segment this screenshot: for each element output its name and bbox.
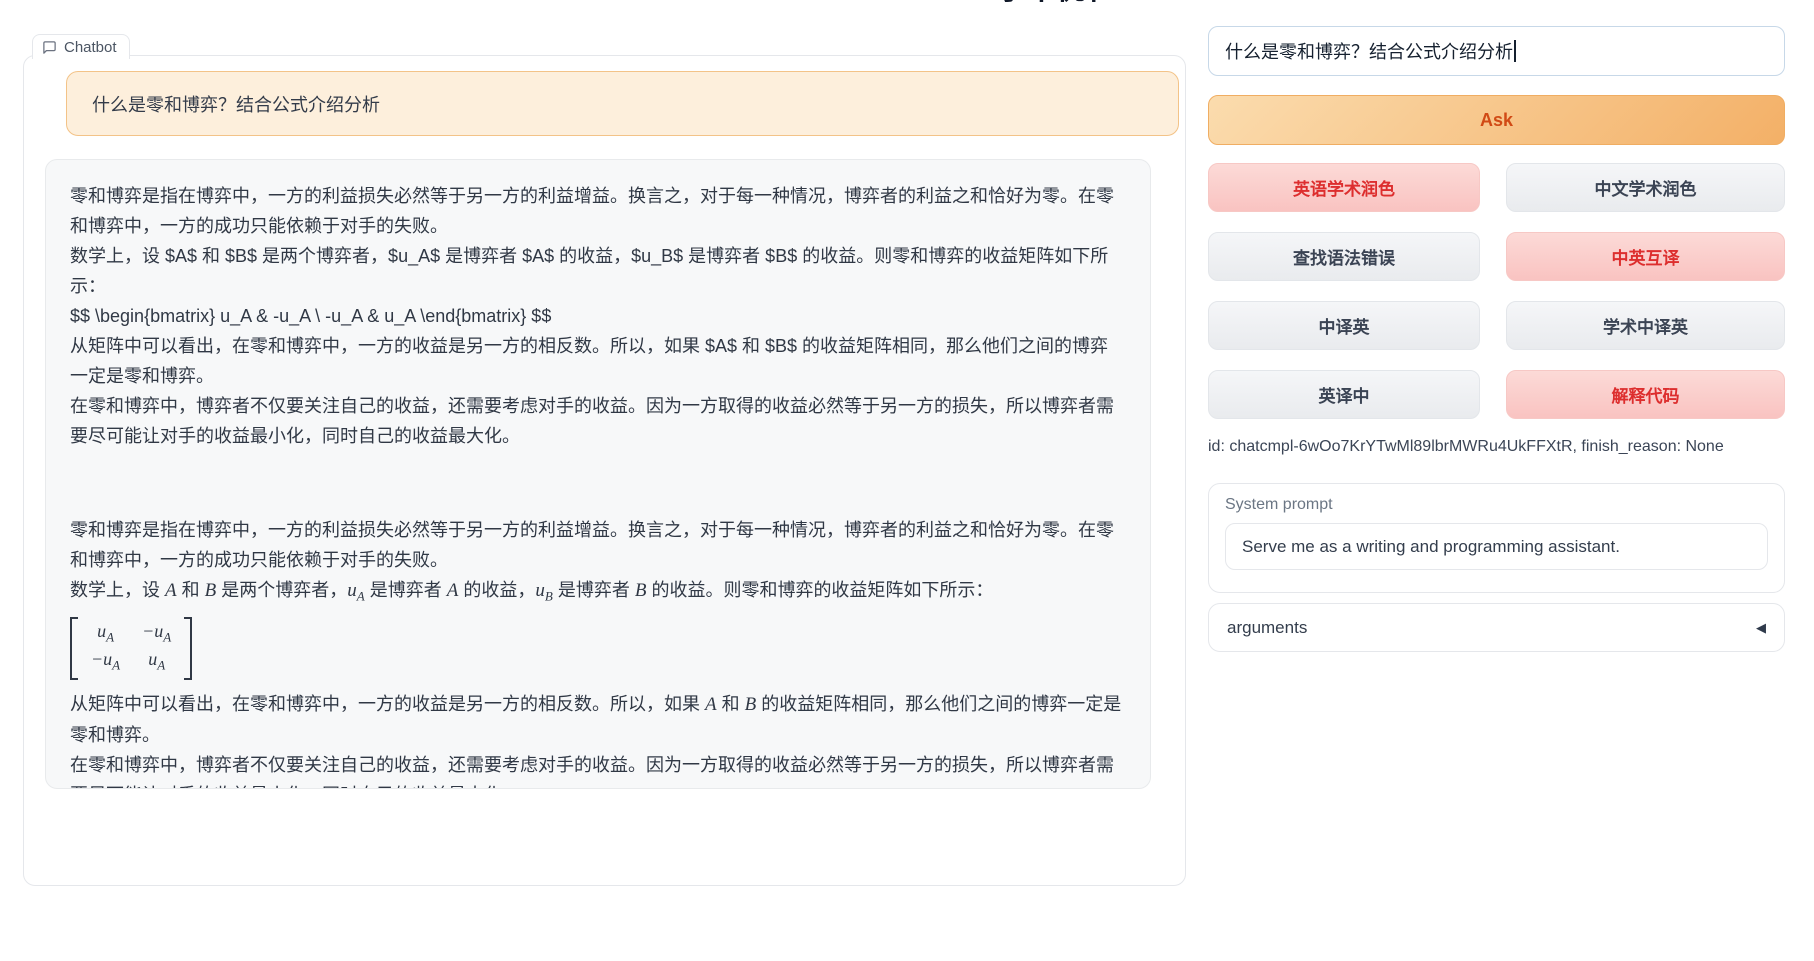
math-sub-A: A [357, 589, 365, 604]
text-caret [1514, 40, 1516, 62]
bot-raw-paragraph: 数学上，设 $A$ 和 $B$ 是两个博弈者，$u_A$ 是博弈者 $A$ 的收… [70, 241, 1126, 301]
bot-raw-paragraph: 零和博弈是指在博弈中，一方的利益损失必然等于另一方的利益增益。换言之，对于每一种… [70, 181, 1126, 241]
action-button-english-polish[interactable]: 英语学术润色 [1208, 163, 1480, 212]
math-var-A: A [165, 580, 177, 601]
bot-rendered-paragraph: 零和博弈是指在博弈中，一方的利益损失必然等于另一方的利益增益。换言之，对于每一种… [70, 515, 1126, 575]
question-input[interactable]: 什么是零和博弈？结合公式介绍分析 [1208, 26, 1785, 76]
payoff-matrix: uA −uA −uA uA [70, 617, 192, 680]
math-var-A: A [705, 694, 717, 715]
page-title-text: ChatGPT 学术优化 [878, 0, 1098, 9]
matrix-left-bracket [70, 617, 78, 680]
action-button-explain-code[interactable]: 解释代码 [1506, 370, 1785, 419]
math-var-A: A [447, 580, 459, 601]
matrix-cell: uA [91, 620, 120, 649]
arguments-accordion-label: arguments [1227, 618, 1307, 638]
bot-raw-formula: $$ \begin{bmatrix} u_A & -u_A \ -u_A & u… [70, 301, 1126, 331]
matrix-cell: −uA [91, 648, 120, 677]
user-message-bubble: 什么是零和博弈？结合公式介绍分析 [66, 71, 1179, 136]
action-button-academic-zh-en[interactable]: 学术中译英 [1506, 301, 1785, 350]
question-input-value: 什么是零和博弈？结合公式介绍分析 [1225, 38, 1513, 64]
bot-rendered-math-paragraph: 数学上，设 A 和 B 是两个博弈者，uA 是博弈者 A 的收益，uB 是博弈者… [70, 575, 1126, 612]
system-prompt-box: System prompt Serve me as a writing and … [1208, 483, 1785, 593]
chatbot-panel: Chatbot 什么是零和博弈？结合公式介绍分析 零和博弈是指在博弈中，一方的利… [23, 55, 1186, 886]
math-var-u: u [347, 580, 357, 601]
bot-rendered-markdown-block: 零和博弈是指在博弈中，一方的利益损失必然等于另一方的利益增益。换言之，对于每一种… [70, 515, 1126, 789]
block-spacer [70, 451, 1126, 515]
response-meta-line: id: chatcmpl-6wOo7KrYTwMl89lbrMWRu4UkFFX… [1208, 438, 1724, 456]
user-message-text: 什么是零和博弈？结合公式介绍分析 [92, 91, 380, 117]
action-button-find-grammar[interactable]: 查找语法错误 [1208, 232, 1480, 281]
collapsed-triangle-icon: ◀ [1756, 620, 1766, 636]
action-button-en-to-zh[interactable]: 英译中 [1208, 370, 1480, 419]
arguments-accordion[interactable]: arguments ◀ [1208, 603, 1785, 652]
action-button-zh-en-translate[interactable]: 中英互译 [1506, 232, 1785, 281]
matrix-cell: −uA [142, 620, 171, 649]
action-button-zh-to-en[interactable]: 中译英 [1208, 301, 1480, 350]
chatbot-label-text: Chatbot [64, 39, 117, 56]
math-var-B: B [745, 694, 757, 715]
system-prompt-value: Serve me as a writing and programming as… [1242, 537, 1620, 557]
chatbot-label: Chatbot [32, 34, 130, 59]
action-button-chinese-polish[interactable]: 中文学术润色 [1506, 163, 1785, 212]
system-prompt-input[interactable]: Serve me as a writing and programming as… [1225, 523, 1768, 570]
bot-raw-markdown-block: 零和博弈是指在博弈中，一方的利益损失必然等于另一方的利益增益。换言之，对于每一种… [70, 181, 1126, 451]
bot-raw-paragraph: 从矩阵中可以看出，在零和博弈中，一方的收益是另一方的相反数。所以，如果 $A$ … [70, 331, 1126, 391]
math-var-B: B [205, 580, 217, 601]
matrix-right-bracket [184, 617, 192, 680]
bot-raw-paragraph: 在零和博弈中，博弈者不仅要关注自己的收益，还需要考虑对手的收益。因为一方取得的收… [70, 391, 1126, 451]
math-sub-B: B [545, 589, 553, 604]
math-var-B: B [635, 580, 647, 601]
bot-rendered-paragraph: 在零和博弈中，博弈者不仅要关注自己的收益，还需要考虑对手的收益。因为一方取得的收… [70, 750, 1126, 789]
page-title: ChatGPT 学术优化 [878, 0, 1098, 9]
app-page: ChatGPT 学术优化 Chatbot 什么是零和博弈？结合公式介绍分析 零和… [0, 0, 1814, 961]
system-prompt-label: System prompt [1225, 496, 1768, 514]
math-var-u: u [535, 580, 545, 601]
bot-message-bubble: 零和博弈是指在博弈中，一方的利益损失必然等于另一方的利益增益。换言之，对于每一种… [45, 159, 1151, 789]
bot-rendered-math-paragraph: 从矩阵中可以看出，在零和博弈中，一方的收益是另一方的相反数。所以，如果 A 和 … [70, 689, 1126, 750]
chat-bubble-icon [42, 40, 57, 55]
matrix-cell: uA [142, 648, 171, 677]
ask-button[interactable]: Ask [1208, 95, 1785, 145]
